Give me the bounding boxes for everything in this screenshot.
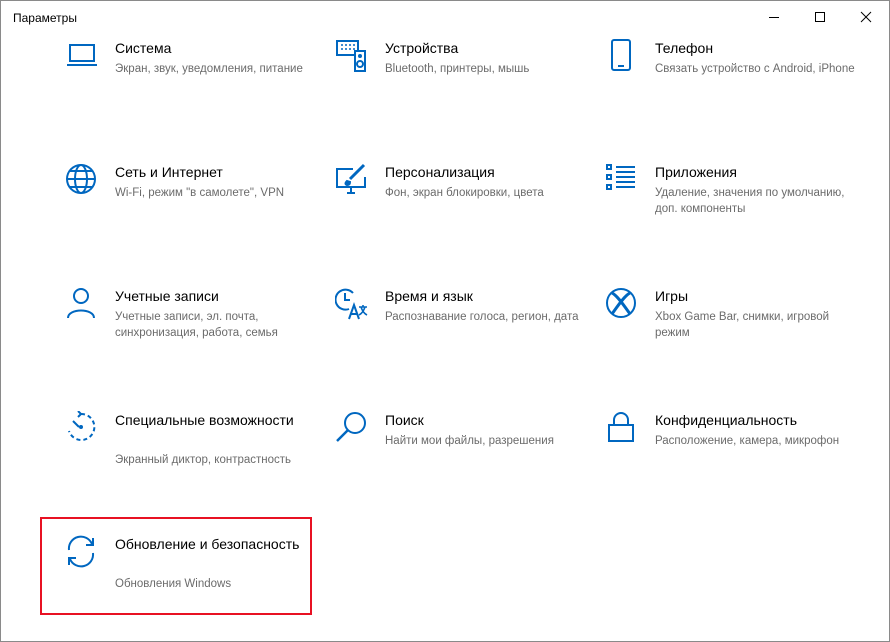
tile-description: Bluetooth, принтеры, мышь [385,63,530,75]
accessibility-icon [65,411,99,445]
tile-description: Экран, звук, уведомления, питание [115,63,303,75]
tile-accessibility[interactable]: Специальные возможности Экранный диктор,… [65,411,325,511]
search-icon [335,411,369,445]
tile-description: Экранный диктор, контрастность [115,454,292,466]
tile-description: Связать устройство с Android, iPhone [655,63,855,75]
tile-description: Найти мои файлы, разрешения [385,435,554,447]
close-icon [860,11,872,23]
tile-description: Расположение, камера, микрофон [655,435,840,447]
tile-description: Учетные записи, эл. почта, синхронизация… [115,311,278,339]
tile-time-language[interactable]: Время и язык Распознавание голоса, регио… [335,287,595,387]
tile-description: Xbox Game Bar, снимки, игровой режим [655,311,830,339]
lock-icon [605,411,639,445]
tile-gaming[interactable]: Игры Xbox Game Bar, снимки, игровой режи… [605,287,865,387]
phone-icon [605,39,639,73]
tile-description: Фон, экран блокировки, цвета [385,187,544,199]
minimize-icon [769,17,779,18]
tile-title: Система [115,40,172,56]
tile-privacy[interactable]: Конфиденциальность Расположение, камера,… [605,411,865,511]
tile-title: Поиск [385,412,424,428]
tile-title: Приложения [655,164,737,180]
maximize-button[interactable] [797,1,843,33]
apps-list-icon [605,163,639,197]
tile-network[interactable]: Сеть и Интернет Wi-Fi, режим "в самолете… [65,163,325,263]
selection-highlight [40,517,312,615]
tile-title: Игры [655,288,689,304]
close-button[interactable] [843,1,889,33]
tile-title: Конфиденциальность [655,412,798,428]
tile-apps[interactable]: Приложения Удаление, значения по умолчан… [605,163,865,263]
window-title: Параметры [13,11,77,25]
tile-title: Сеть и Интернет [115,164,223,180]
tile-search[interactable]: Поиск Найти мои файлы, разрешения [335,411,595,511]
tile-system[interactable]: Система Экран, звук, уведомления, питани… [65,39,325,139]
tile-title: Учетные записи [115,288,219,304]
xbox-icon [605,287,639,321]
title-bar: Параметры [1,1,889,35]
maximize-icon [815,12,825,22]
keyboard-speaker-icon [335,39,369,73]
person-icon [65,287,99,321]
tile-description: Распознавание голоса, регион, дата [385,311,579,323]
paint-monitor-icon [335,163,369,197]
tile-description: Wi-Fi, режим "в самолете", VPN [115,187,285,199]
minimize-button[interactable] [751,1,797,33]
tile-description: Удаление, значения по умолчанию, доп. ко… [655,187,845,215]
laptop-icon [65,39,99,73]
tile-title: Устройства [385,40,459,56]
tile-title: Телефон [655,40,714,56]
tile-devices[interactable]: Устройства Bluetooth, принтеры, мышь [335,39,595,139]
tile-title: Время и язык [385,288,473,304]
tile-title: Персонализация [385,164,495,180]
tile-title: Специальные возможности [115,412,294,428]
tile-accounts[interactable]: Учетные записи Учетные записи, эл. почта… [65,287,325,387]
globe-icon [65,163,99,197]
tile-personalization[interactable]: Персонализация Фон, экран блокировки, цв… [335,163,595,263]
tile-phone[interactable]: Телефон Связать устройство с Android, iP… [605,39,865,139]
time-language-icon [335,287,369,321]
